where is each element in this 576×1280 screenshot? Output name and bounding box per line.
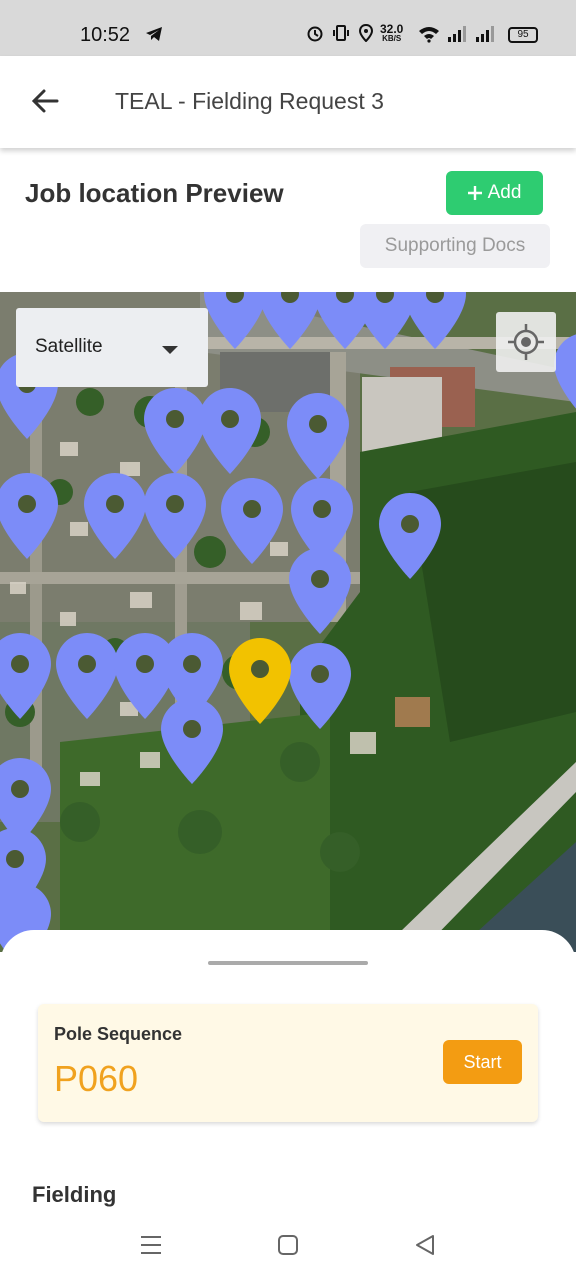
map-marker[interactable] [199, 388, 261, 474]
status-bar: 10:52 32.0 KB/S 95 [0, 0, 576, 56]
pole-sequence-value: P060 [54, 1058, 139, 1099]
pole-sequence-card: Pole Sequence P060 Start [38, 1004, 538, 1122]
alarm-icon [307, 26, 323, 42]
back-triangle-icon[interactable] [414, 1234, 436, 1261]
map-marker[interactable] [144, 388, 206, 474]
net-speed-value: 32.0 [380, 22, 404, 36]
wifi-icon [419, 27, 439, 43]
plus-icon [467, 186, 482, 200]
map-marker[interactable] [404, 292, 466, 349]
map-marker[interactable] [84, 473, 146, 559]
map-marker[interactable] [0, 633, 51, 719]
signal-icon [448, 26, 466, 42]
caret-down-icon [162, 346, 178, 354]
map-marker[interactable] [204, 292, 266, 349]
my-location-button[interactable] [496, 312, 556, 372]
sheet-drag-handle[interactable] [208, 961, 368, 965]
telegram-icon [145, 26, 163, 47]
battery-icon: 95 [508, 27, 538, 43]
app-bar: TEAL - Fielding Request 3 [0, 56, 576, 148]
menu-icon[interactable] [140, 1234, 162, 1261]
system-nav-bar [0, 1220, 576, 1280]
map-marker[interactable] [289, 548, 351, 634]
back-arrow-icon[interactable] [30, 86, 60, 121]
map-view[interactable]: Satellite [0, 292, 576, 952]
start-button[interactable]: Start [443, 1040, 522, 1084]
net-speed-unit: KB/S [382, 34, 402, 43]
map-marker[interactable] [161, 698, 223, 784]
supporting-docs-button[interactable]: Supporting Docs [360, 224, 550, 268]
map-type-dropdown[interactable]: Satellite [16, 308, 208, 387]
job-location-title: Job location Preview [25, 178, 284, 208]
home-icon[interactable] [277, 1234, 299, 1261]
fielding-heading: Fielding [32, 1182, 117, 1207]
add-button[interactable]: Add [446, 171, 543, 215]
map-marker[interactable] [144, 473, 206, 559]
map-marker[interactable] [287, 393, 349, 479]
map-marker[interactable] [259, 292, 321, 349]
page-title: TEAL - Fielding Request 3 [115, 88, 384, 114]
map-marker[interactable] [0, 473, 58, 559]
network-speed: 32.0 KB/S [380, 22, 404, 44]
map-marker[interactable] [554, 333, 576, 419]
crosshair-icon [508, 324, 544, 360]
location-icon [358, 24, 374, 42]
map-marker[interactable] [221, 478, 283, 564]
map-marker[interactable] [56, 633, 118, 719]
selected-map-marker[interactable] [229, 638, 291, 724]
vibrate-icon [333, 25, 349, 41]
map-type-value: Satellite [35, 336, 103, 357]
map-marker[interactable] [379, 493, 441, 579]
add-button-label: Add [487, 182, 522, 203]
status-time: 10:52 [80, 24, 131, 46]
pole-sequence-label: Pole Sequence [54, 1024, 183, 1044]
signal-icon-2 [476, 26, 494, 42]
map-marker[interactable] [289, 643, 351, 729]
